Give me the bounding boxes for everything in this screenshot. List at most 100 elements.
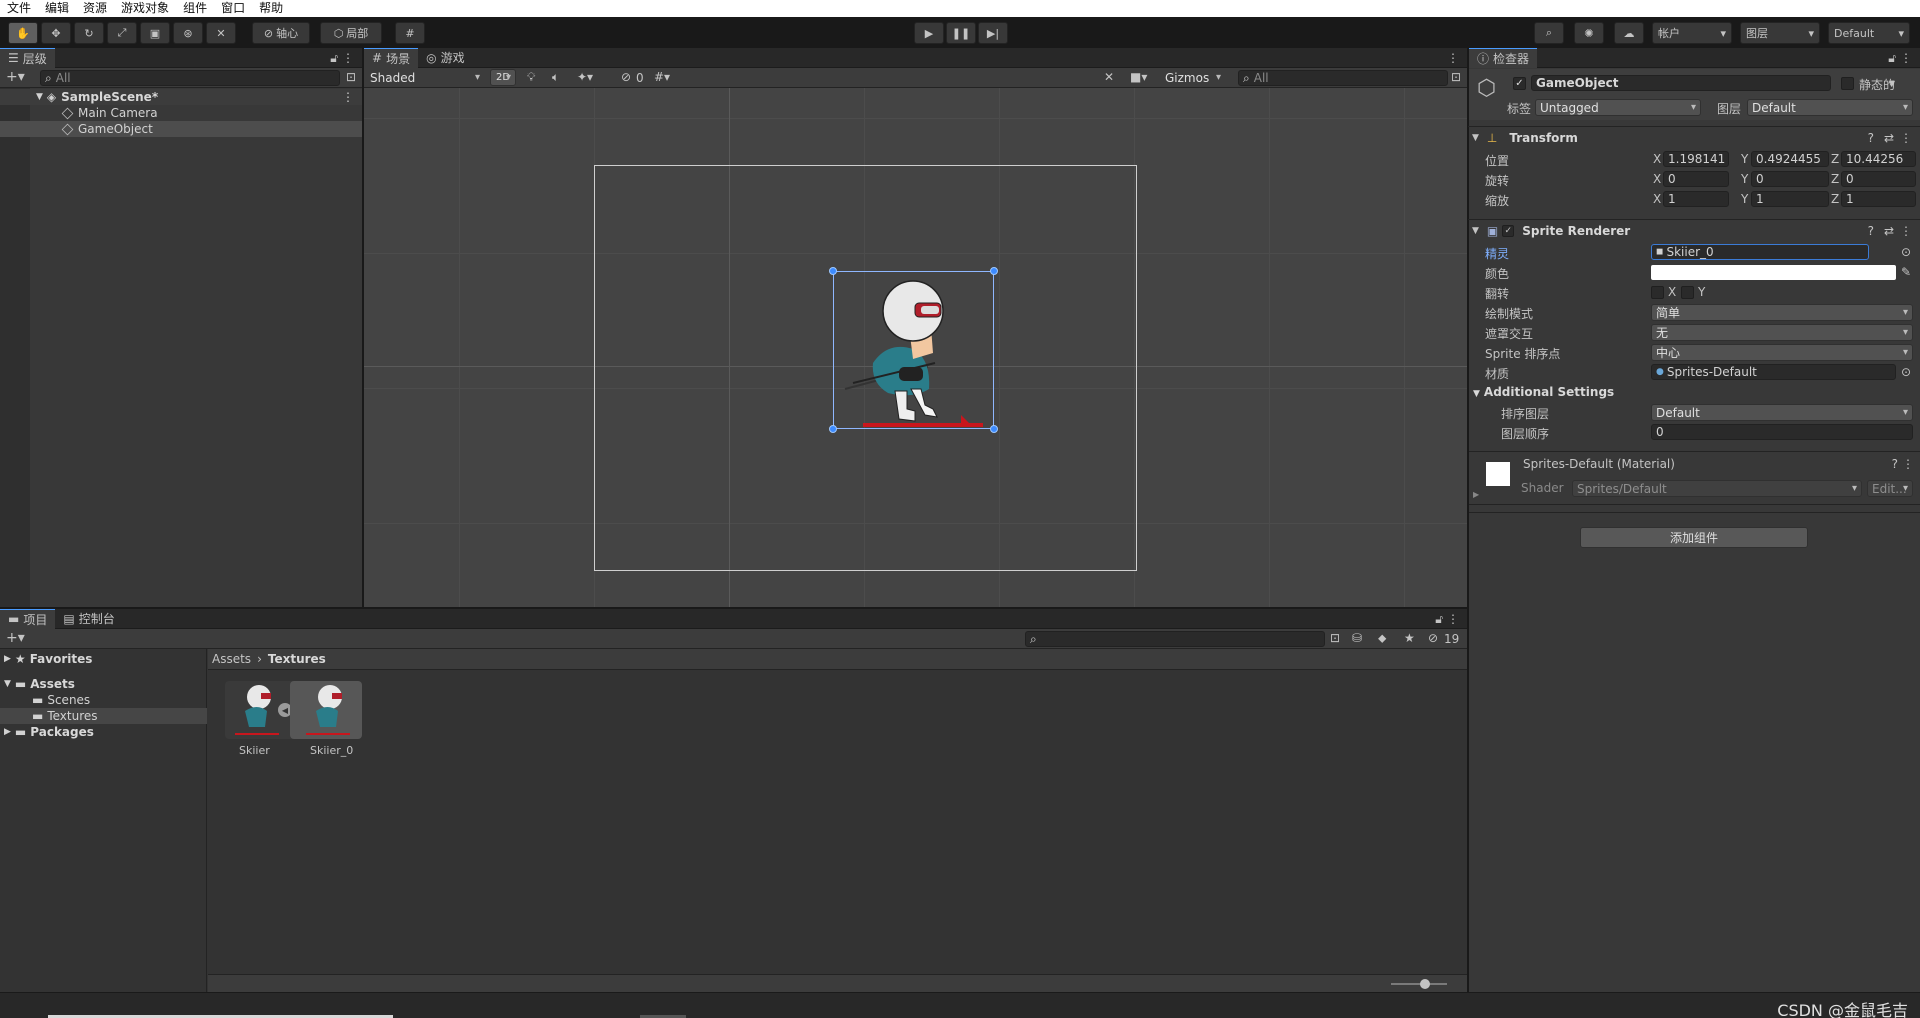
position-z-field[interactable]: 10.44256	[1841, 151, 1916, 167]
add-component-button[interactable]: 添加组件	[1580, 527, 1808, 548]
tree-item-scenes[interactable]: ▬ Scenes	[0, 692, 207, 708]
rotate-tool-button[interactable]: ↻	[74, 22, 104, 44]
list-item[interactable]: GameObject	[0, 121, 362, 137]
lock-icon[interactable]: 🔓︎	[330, 51, 338, 66]
more-icon[interactable]: ⋮	[1447, 51, 1459, 65]
move-tool-button[interactable]: ✥	[41, 22, 71, 44]
eyedropper-icon[interactable]: ✎	[1901, 265, 1911, 279]
scale-tool-button[interactable]: ⤢	[107, 22, 137, 44]
tab-hierarchy[interactable]: ☰ 层级	[0, 47, 55, 68]
effects-icon[interactable]: ✦▾	[577, 70, 593, 84]
shading-dropdown[interactable]: Shaded	[366, 69, 484, 86]
audio-icon[interactable]: 🔈︎	[552, 70, 559, 85]
more-icon[interactable]: ⋮	[1900, 131, 1912, 145]
project-search-input[interactable]: ⌕	[1025, 631, 1325, 647]
zoom-slider-thumb[interactable]	[1419, 979, 1430, 989]
grid-snap-button[interactable]: #	[395, 22, 425, 44]
active-checkbox[interactable]: ✓	[1513, 77, 1526, 90]
account-dropdown[interactable]: 帐户 ▾	[1652, 22, 1732, 44]
camera-icon[interactable]: ■▾	[1130, 70, 1147, 84]
cloud-button[interactable]: ☁	[1614, 22, 1644, 44]
lighting-icon[interactable]: 💡︎	[527, 70, 535, 85]
gizmos-dropdown[interactable]: Gizmos	[1161, 69, 1225, 86]
draw-mode-dropdown[interactable]: 简单	[1651, 304, 1913, 321]
chevron-down-icon[interactable]: ▾	[1889, 76, 1895, 90]
sorting-layer-dropdown[interactable]: Default	[1651, 404, 1913, 421]
search-filter-icon[interactable]: ⊡	[346, 70, 356, 84]
menu-component[interactable]: 组件	[176, 0, 214, 17]
rotation-z-field[interactable]: 0	[1841, 171, 1916, 187]
order-in-layer-field[interactable]: 0	[1651, 424, 1913, 440]
position-y-field[interactable]: 0.4924455	[1751, 151, 1829, 167]
layout-dropdown[interactable]: Default ▾	[1828, 22, 1910, 44]
transform-header[interactable]: ▼ ⊥ Transform ? ⇄ ⋮	[1468, 126, 1920, 148]
sort-point-dropdown[interactable]: 中心	[1651, 344, 1913, 361]
tree-item-textures[interactable]: ▬ Textures	[0, 708, 207, 724]
hand-tool-button[interactable]: ✋	[8, 22, 38, 44]
menu-gameobject[interactable]: 游戏对象	[114, 0, 176, 17]
grid-toggle-icon[interactable]: #▾	[654, 70, 670, 84]
local-toggle[interactable]: ⬡ 局部	[320, 22, 382, 44]
toggle-2d-button[interactable]: 2D	[490, 69, 516, 86]
object-picker-icon[interactable]: ⊙	[1901, 365, 1911, 379]
preset-icon[interactable]: ⇄	[1884, 131, 1894, 145]
search-button[interactable]: ⌕	[1534, 22, 1564, 44]
sprite-renderer-header[interactable]: ▼ ▣ ✓ Sprite Renderer ? ⇄ ⋮	[1468, 219, 1920, 241]
help-icon[interactable]: ?	[1868, 131, 1874, 145]
scale-x-field[interactable]: 1	[1663, 191, 1729, 207]
help-icon[interactable]: ?	[1868, 224, 1874, 238]
type-filter-icon[interactable]: ⛁	[1352, 631, 1362, 645]
breadcrumb-item[interactable]: Textures	[268, 652, 326, 666]
visibility-icon[interactable]: ⊘	[1428, 631, 1438, 645]
help-icon[interactable]: ?	[1892, 457, 1898, 471]
menu-edit[interactable]: 编辑	[38, 0, 76, 17]
scale-z-field[interactable]: 1	[1841, 191, 1916, 207]
services-button[interactable]: ✺	[1574, 22, 1604, 44]
shader-edit-button[interactable]: Edit...	[1867, 480, 1913, 497]
object-name-field[interactable]: GameObject	[1531, 75, 1831, 91]
breadcrumb-item[interactable]: Assets	[212, 652, 251, 666]
pivot-toggle[interactable]: ⊘ 轴心	[252, 22, 310, 44]
menu-assets[interactable]: 资源	[76, 0, 114, 17]
static-checkbox[interactable]	[1841, 77, 1854, 90]
scene-search-input[interactable]: ⌕ All	[1238, 70, 1448, 86]
lock-icon[interactable]: 🔓︎	[1435, 612, 1443, 627]
add-icon[interactable]: +▾	[6, 69, 25, 85]
enabled-checkbox[interactable]: ✓	[1502, 224, 1515, 237]
tree-item-favorites[interactable]: ▶ ★ Favorites	[0, 651, 207, 667]
scene-viewport[interactable]	[364, 88, 1467, 607]
more-icon[interactable]: ⋮	[1447, 612, 1459, 626]
tab-inspector[interactable]: ⓘ 检查器	[1469, 47, 1538, 68]
more-icon[interactable]: ⋮	[1900, 224, 1912, 238]
transform-tool-button[interactable]: ⊛	[173, 22, 203, 44]
position-x-field[interactable]: 1.198141	[1663, 151, 1729, 167]
tools-icon[interactable]: ✕	[1104, 70, 1114, 84]
more-icon[interactable]: ⋮	[342, 90, 354, 104]
more-icon[interactable]: ⋮	[1900, 51, 1912, 65]
rotation-y-field[interactable]: 0	[1751, 171, 1829, 187]
add-icon[interactable]: +▾	[6, 630, 25, 646]
menu-window[interactable]: 窗口	[214, 0, 252, 17]
pause-button[interactable]: ❚❚	[946, 22, 976, 44]
sprite-field[interactable]: ◼ Skiier_0	[1651, 244, 1869, 260]
tab-project[interactable]: ▬ 项目	[0, 608, 56, 629]
tree-item-assets[interactable]: ▼ ▬ Assets	[0, 676, 207, 692]
material-field[interactable]: ● Sprites-Default	[1651, 364, 1896, 380]
custom-tool-button[interactable]: ✕	[206, 22, 236, 44]
object-picker-icon[interactable]: ⊙	[1901, 245, 1911, 259]
preset-icon[interactable]: ⇄	[1884, 224, 1894, 238]
menu-help[interactable]: 帮助	[252, 0, 290, 17]
search-filter-icon[interactable]: ⊡	[1451, 70, 1461, 84]
mask-interaction-dropdown[interactable]: 无	[1651, 324, 1913, 341]
tag-dropdown[interactable]: Untagged	[1535, 99, 1701, 116]
visibility-icon[interactable]: ⊘	[621, 70, 631, 84]
asset-thumbnail[interactable]	[290, 681, 362, 739]
layers-dropdown[interactable]: 图层 ▾	[1740, 22, 1820, 44]
tree-item-packages[interactable]: ▶ ▬ Packages	[0, 724, 207, 740]
additional-settings-foldout[interactable]: ▼ Additional Settings	[1473, 385, 1614, 399]
tab-scene[interactable]: # 场景	[364, 47, 419, 68]
layer-dropdown[interactable]: Default	[1747, 99, 1913, 116]
flip-x-checkbox[interactable]	[1651, 286, 1664, 299]
rect-tool-button[interactable]: ▣	[140, 22, 170, 44]
label-filter-icon[interactable]: ⬥	[1378, 631, 1386, 646]
